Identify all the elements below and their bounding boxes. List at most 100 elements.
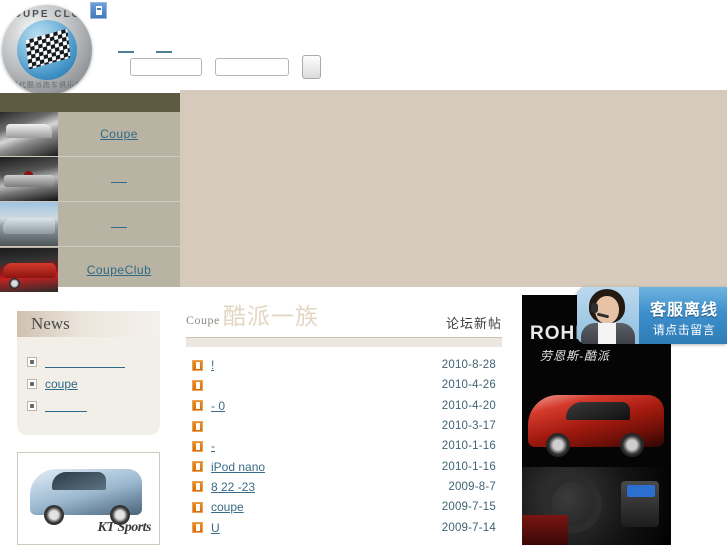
forum-logo-cn: 酷派一族 <box>222 304 319 329</box>
list-item[interactable] <box>27 395 160 417</box>
forum-section: Coupe 酷派一族 论坛新帖 ! 2010-8-28 2010-4-26 - … <box>186 303 502 538</box>
agent-shirt <box>598 323 616 344</box>
customer-service-text: 客服离线 请点击留言 <box>641 287 727 344</box>
news-title: News <box>31 314 70 333</box>
table-row[interactable]: 2010-4-26 <box>186 375 502 395</box>
table-row[interactable]: 2010-3-17 <box>186 416 502 436</box>
topnav-link-2[interactable] <box>156 40 172 53</box>
bullet-icon <box>27 401 37 411</box>
agent-face <box>595 296 619 324</box>
cs-action-subtitle[interactable]: 请点击留言 <box>641 321 727 338</box>
news-header: News <box>17 311 160 337</box>
customer-service-agent-photo <box>577 287 639 344</box>
post-date: 2010-3-17 <box>441 420 496 433</box>
sidebar-item-coupe[interactable]: Coupe <box>0 112 180 157</box>
olive-band <box>0 93 180 112</box>
post-link[interactable]: U <box>211 521 220 535</box>
broken-image-icon <box>192 501 203 513</box>
post-link[interactable]: - 0 <box>211 399 225 413</box>
search-input-2[interactable] <box>215 58 289 76</box>
post-date: 2010-1-16 <box>441 440 496 453</box>
post-date: 2010-4-26 <box>441 379 496 392</box>
sidebar-menu: Coupe CoupeClub <box>0 112 180 292</box>
car-rear-photo <box>0 202 58 246</box>
dashboard-screen <box>627 485 655 497</box>
sidebar-item-2[interactable] <box>0 157 180 202</box>
news-link[interactable]: coupe <box>45 377 105 391</box>
forum-logo: Coupe 酷派一族 <box>186 305 319 328</box>
news-list: coupe <box>17 337 160 417</box>
car-interior-photo <box>522 467 671 545</box>
customer-service-widget[interactable]: 客服离线 请点击留言 <box>577 287 727 344</box>
bullet-icon <box>27 357 37 367</box>
post-title-cell <box>211 377 432 393</box>
table-row[interactable]: iPod nano 2010-1-16 <box>186 456 502 476</box>
post-title-cell: U <box>211 521 432 535</box>
post-link[interactable]: iPod nano <box>211 460 265 474</box>
post-link[interactable]: coupe <box>211 500 244 514</box>
main-banner-area <box>180 90 727 287</box>
table-row[interactable]: - 2010-1-16 <box>186 436 502 456</box>
table-row[interactable]: U 2009-7-14 <box>186 517 502 537</box>
car-trunk-photo <box>0 157 58 201</box>
ad-car-wheel-front <box>546 433 570 457</box>
broken-image-icon <box>192 400 203 412</box>
broken-image-icon <box>192 440 203 452</box>
sidebar-item-coupeclub[interactable]: CoupeClub <box>0 247 180 292</box>
news-link[interactable] <box>45 356 125 368</box>
bullet-icon <box>27 379 37 389</box>
logo-bottom-text: 现代酷派跑车俱乐部 <box>11 82 83 89</box>
post-link[interactable]: - <box>211 439 215 453</box>
broken-image-icon <box>192 359 203 371</box>
post-link[interactable]: 8 22 -23 <box>211 480 255 494</box>
car-wheel-front <box>44 505 64 525</box>
search-input-1[interactable] <box>130 58 202 76</box>
ad-slogan-text: 劳恩斯-酷派 <box>540 349 610 363</box>
post-date: 2009-7-15 <box>441 501 496 514</box>
left-ad-banner[interactable]: KT Sports <box>17 452 160 545</box>
car-windshield <box>52 472 106 490</box>
sidebar-item-label[interactable] <box>111 217 127 228</box>
post-title-cell <box>211 418 432 434</box>
list-item[interactable]: coupe <box>27 373 160 395</box>
table-row[interactable]: 8 22 -23 2009-8-7 <box>186 477 502 497</box>
post-date: 2009-8-7 <box>448 480 496 493</box>
topnav-link-1[interactable] <box>118 40 134 53</box>
broken-image-icon <box>192 481 203 493</box>
post-date: 2010-4-20 <box>441 399 496 412</box>
logo-globe <box>17 20 77 80</box>
post-date: 2010-1-16 <box>441 460 496 473</box>
post-title-cell: coupe <box>211 500 432 514</box>
post-link[interactable]: ! <box>211 358 215 372</box>
news-panel: News coupe <box>17 311 160 435</box>
top-navigation <box>118 40 172 53</box>
broken-image-icon <box>192 461 203 473</box>
sidebar-item-3[interactable] <box>0 202 180 247</box>
sidebar-label-wrap: CoupeClub <box>58 263 180 277</box>
table-row[interactable]: ! 2010-8-28 <box>186 355 502 375</box>
forum-section-title: 论坛新帖 <box>445 316 502 331</box>
post-title-cell: - 0 <box>211 399 432 413</box>
list-item[interactable] <box>27 351 160 373</box>
news-link[interactable] <box>45 400 87 412</box>
cs-status-title: 客服离线 <box>649 302 718 319</box>
table-row[interactable]: - 0 2010-4-20 <box>186 396 502 416</box>
search-submit-button[interactable] <box>302 55 321 79</box>
post-title-cell: ! <box>211 358 432 372</box>
car-roof-photo <box>0 112 58 156</box>
forum-header: Coupe 酷派一族 论坛新帖 <box>186 303 502 338</box>
sidebar-item-label[interactable]: CoupeClub <box>87 263 152 277</box>
post-date: 2010-8-28 <box>441 359 496 372</box>
forum-subbar <box>186 338 502 347</box>
post-title-cell: - <box>211 439 432 453</box>
sidebar-item-label[interactable] <box>111 172 127 183</box>
headset-icon <box>591 303 598 313</box>
ad-car-wheel-rear <box>620 433 644 457</box>
forum-logo-en: Coupe <box>186 313 220 327</box>
sidebar-item-label[interactable]: Coupe <box>100 127 138 141</box>
broken-image-icon <box>192 522 203 534</box>
sidebar-label-wrap: Coupe <box>58 127 180 141</box>
table-row[interactable]: coupe 2009-7-15 <box>186 497 502 517</box>
site-logo[interactable]: COUPE CLUB 现代酷派跑车俱乐部 <box>2 5 92 95</box>
post-title-cell: 8 22 -23 <box>211 480 432 494</box>
